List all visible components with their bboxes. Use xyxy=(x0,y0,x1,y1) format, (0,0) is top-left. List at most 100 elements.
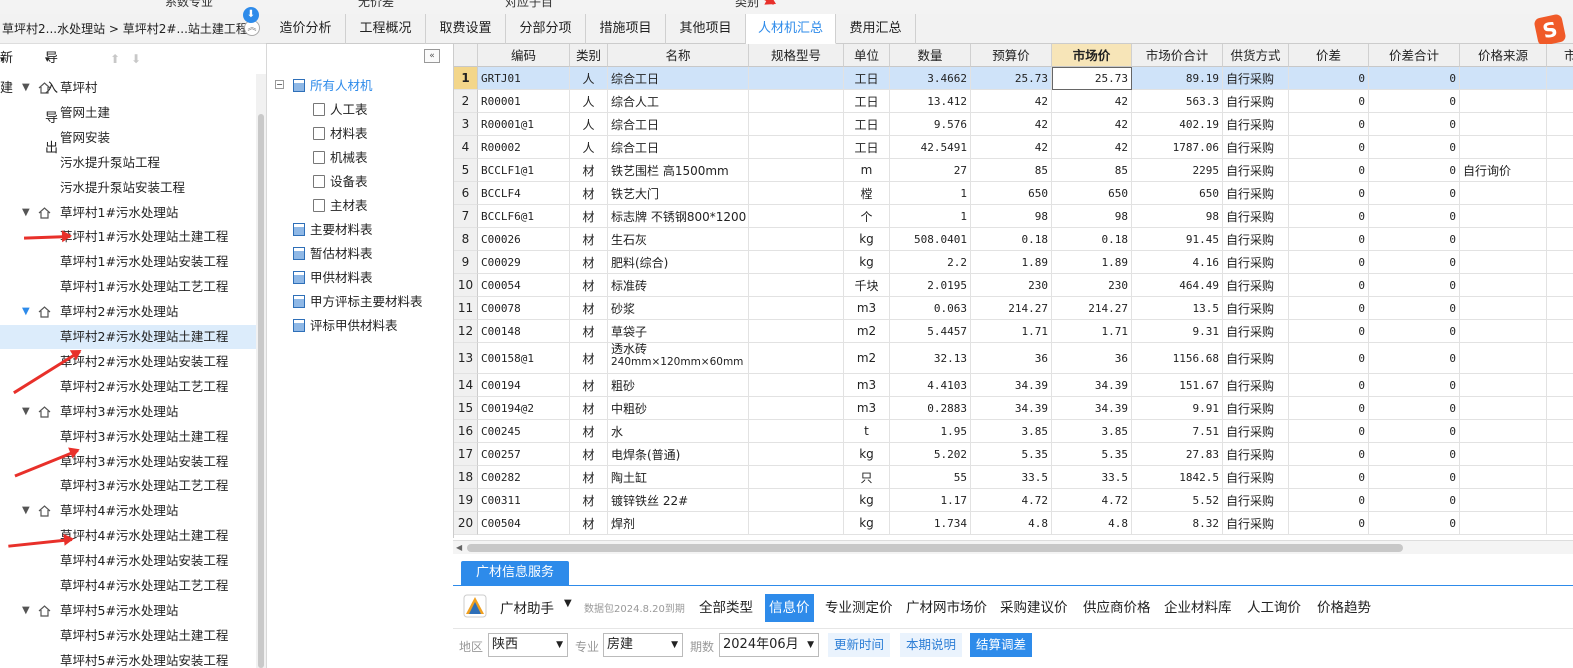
cell-name[interactable]: 综合工日 xyxy=(608,136,749,159)
cell-source[interactable] xyxy=(1460,90,1547,113)
period-notes-button[interactable]: 本期说明 xyxy=(900,633,963,657)
arrow-up-icon[interactable]: ⬆ xyxy=(110,44,120,74)
top-strip-item[interactable]: 无价差 xyxy=(358,0,394,10)
cell-code[interactable]: R00001 xyxy=(478,90,570,113)
cell-type[interactable]: 材 xyxy=(570,343,608,374)
row-number[interactable]: 18 xyxy=(454,466,478,489)
cell-diff-total[interactable]: 0 xyxy=(1369,374,1460,397)
cell-supply[interactable]: 自行采购 xyxy=(1223,343,1289,374)
cell-name[interactable]: 透水砖 240mm×120mm×60mm xyxy=(608,343,749,374)
row-number[interactable]: 13 xyxy=(454,343,478,374)
cell-market[interactable]: 4.72 xyxy=(1052,489,1132,512)
cell-code[interactable]: C00245 xyxy=(478,420,570,443)
tree-item[interactable]: 草坪村2#污水处理站安装工程 xyxy=(0,350,256,374)
cell-qty[interactable]: 1 xyxy=(890,182,971,205)
cell-diff[interactable]: 0 xyxy=(1289,90,1369,113)
cell-diff-total[interactable]: 0 xyxy=(1369,274,1460,297)
cell-name[interactable]: 肥料(综合) xyxy=(608,251,749,274)
cell-supply[interactable]: 自行采购 xyxy=(1223,443,1289,466)
cell-market[interactable]: 34.39 xyxy=(1052,397,1132,420)
cell-unit[interactable]: m xyxy=(844,159,890,182)
cell-budget[interactable]: 42 xyxy=(971,113,1052,136)
cell-total[interactable]: 1787.06 xyxy=(1132,136,1223,159)
tree-item[interactable]: 草坪村3#污水处理站安装工程 xyxy=(0,450,256,474)
cell-market[interactable]: 650 xyxy=(1052,182,1132,205)
category-provisional-materials[interactable]: 暂估材料表 xyxy=(293,242,373,266)
cell-empty[interactable] xyxy=(1547,297,1573,320)
cell-type[interactable]: 材 xyxy=(570,397,608,420)
tab-all-types[interactable]: 全部类型 xyxy=(695,594,757,622)
cell-unit[interactable]: t xyxy=(844,420,890,443)
column-header[interactable]: 价差合计 xyxy=(1369,44,1460,67)
cell-type[interactable]: 材 xyxy=(570,251,608,274)
cell-qty[interactable]: 27 xyxy=(890,159,971,182)
tab-fee-settings[interactable]: 取费设置 xyxy=(426,14,506,44)
column-header[interactable]: 类别 xyxy=(570,44,608,67)
column-header[interactable]: 市场 xyxy=(1547,44,1573,67)
cell-supply[interactable]: 自行采购 xyxy=(1223,466,1289,489)
cell-name[interactable]: 铁艺围栏 高1500mm xyxy=(608,159,749,182)
category-all[interactable]: 所有人材机 xyxy=(293,74,373,98)
cell-name[interactable]: 标志牌 不锈钢800*1200 xyxy=(608,205,749,228)
cell-supply[interactable]: 自行采购 xyxy=(1223,113,1289,136)
tab-enterprise-library[interactable]: 企业材料库 xyxy=(1160,594,1236,622)
cell-diff-total[interactable]: 0 xyxy=(1369,397,1460,420)
tab-divisional-items[interactable]: 分部分项 xyxy=(506,14,586,44)
category-machinery[interactable]: 机械表 xyxy=(313,146,368,170)
cell-type[interactable]: 材 xyxy=(570,374,608,397)
cell-type[interactable]: 人 xyxy=(570,113,608,136)
category-bid-owner-supplied[interactable]: 评标甲供材料表 xyxy=(293,314,398,338)
cell-supply[interactable]: 自行采购 xyxy=(1223,320,1289,343)
cell-code[interactable]: C00078 xyxy=(478,297,570,320)
cell-market[interactable]: 42 xyxy=(1052,136,1132,159)
cell-diff[interactable]: 0 xyxy=(1289,113,1369,136)
collapse-left-icon[interactable]: « xyxy=(424,49,440,63)
cell-budget[interactable]: 25.73 xyxy=(971,67,1052,90)
cell-empty[interactable] xyxy=(1547,205,1573,228)
horizontal-scroll-thumb[interactable] xyxy=(467,544,1403,552)
row-number[interactable]: 5 xyxy=(454,159,478,182)
tab-professional-price[interactable]: 专业测定价 xyxy=(821,594,897,622)
cell-qty[interactable]: 508.0401 xyxy=(890,228,971,251)
cell-code[interactable]: C00282 xyxy=(478,466,570,489)
cell-qty[interactable]: 2.0195 xyxy=(890,274,971,297)
column-header[interactable]: 数量 xyxy=(890,44,971,67)
download-icon[interactable]: ⬇ xyxy=(243,7,259,23)
cell-unit[interactable]: m3 xyxy=(844,297,890,320)
cell-qty[interactable]: 5.202 xyxy=(890,443,971,466)
arrow-down-icon[interactable]: ⬇ xyxy=(131,44,141,74)
cell-total[interactable]: 89.19 xyxy=(1132,67,1223,90)
cell-unit[interactable]: 工日 xyxy=(844,113,890,136)
column-header[interactable]: 市场价 xyxy=(1052,44,1132,67)
cell-source[interactable] xyxy=(1460,397,1547,420)
cell-qty[interactable]: 13.412 xyxy=(890,90,971,113)
cell-code[interactable]: C00257 xyxy=(478,443,570,466)
category-equipment[interactable]: 设备表 xyxy=(313,170,368,194)
cell-diff[interactable]: 0 xyxy=(1289,297,1369,320)
period-select[interactable]: 2024年06月 ▼ xyxy=(719,633,819,657)
cell-spec[interactable] xyxy=(749,228,844,251)
row-number[interactable]: 4 xyxy=(454,136,478,159)
cell-spec[interactable] xyxy=(749,374,844,397)
tree-item[interactable]: 污水提升泵站安装工程 xyxy=(0,176,256,200)
tree-item[interactable]: 草坪村5#污水处理站土建工程 xyxy=(0,624,256,648)
cell-unit[interactable]: 工日 xyxy=(844,90,890,113)
cell-type[interactable]: 材 xyxy=(570,489,608,512)
cell-empty[interactable] xyxy=(1547,136,1573,159)
cell-diff[interactable]: 0 xyxy=(1289,159,1369,182)
cell-empty[interactable] xyxy=(1547,489,1573,512)
cell-budget[interactable]: 36 xyxy=(971,343,1052,374)
row-number[interactable]: 7 xyxy=(454,205,478,228)
row-number[interactable]: 12 xyxy=(454,320,478,343)
cell-total[interactable]: 151.67 xyxy=(1132,374,1223,397)
cell-name[interactable]: 综合人工 xyxy=(608,90,749,113)
cell-total[interactable]: 4.16 xyxy=(1132,251,1223,274)
cell-code[interactable]: BCCLF6@1 xyxy=(478,205,570,228)
horizontal-scrollbar[interactable]: ◀ xyxy=(453,540,1573,554)
tree-item[interactable]: 草坪村5#污水处理站安装工程 xyxy=(0,649,256,668)
assistant-label[interactable]: 广材助手 xyxy=(500,597,554,617)
cell-type[interactable]: 材 xyxy=(570,159,608,182)
cell-code[interactable]: C00194@2 xyxy=(478,397,570,420)
cell-diff[interactable]: 0 xyxy=(1289,320,1369,343)
cell-diff-total[interactable]: 0 xyxy=(1369,228,1460,251)
